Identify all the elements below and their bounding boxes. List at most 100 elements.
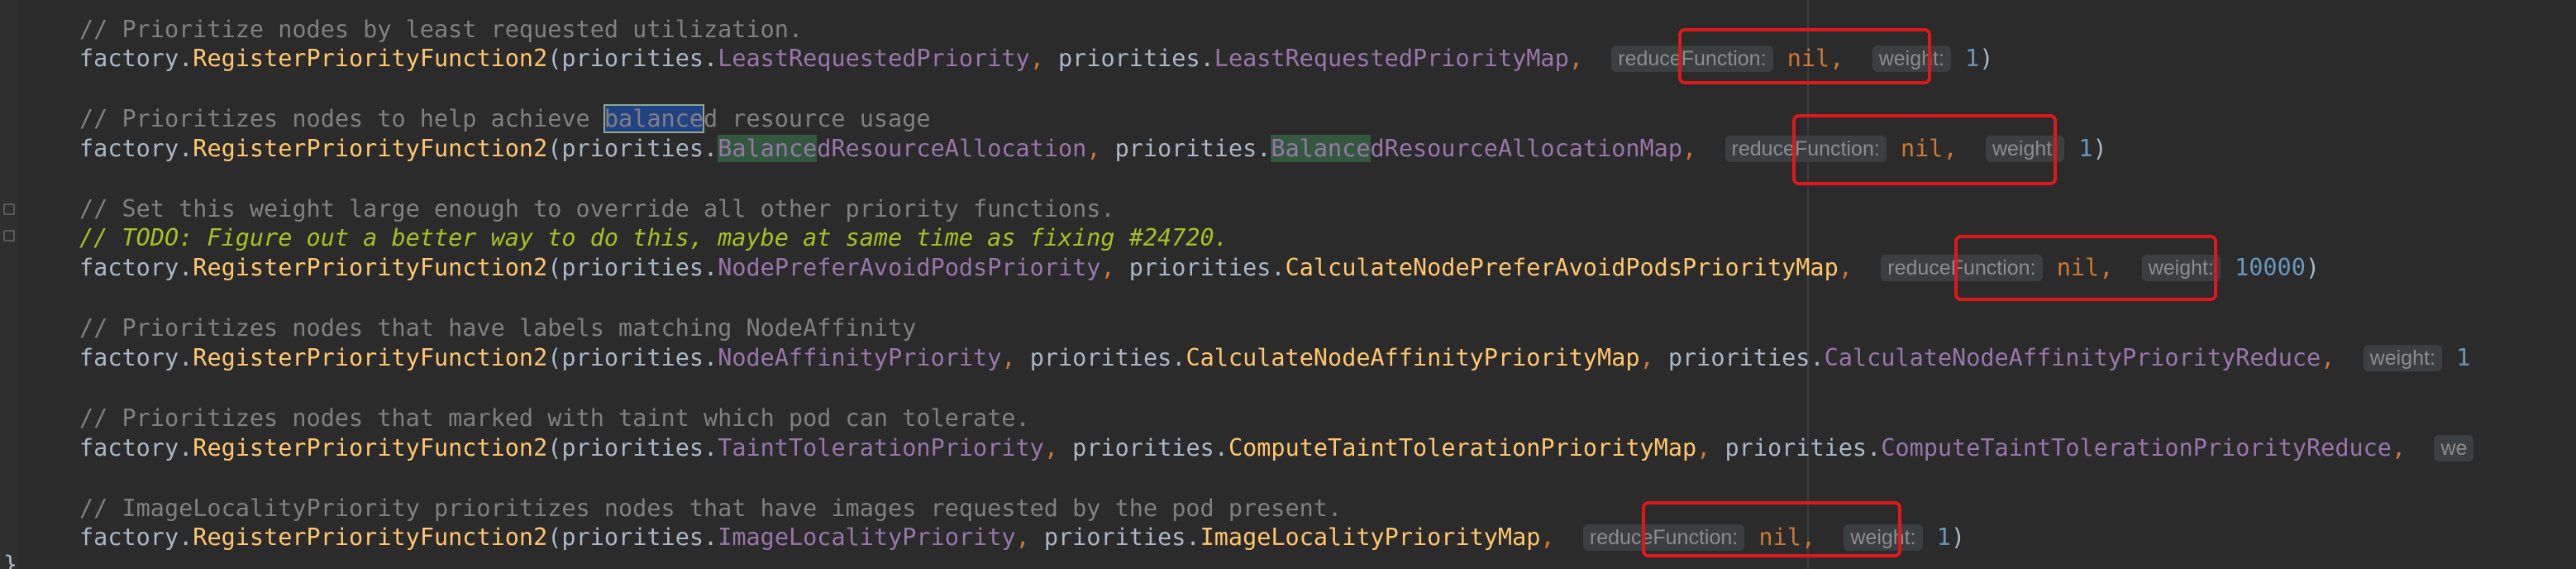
fold-marker-icon[interactable] — [3, 230, 15, 241]
identifier-factory: factory — [79, 135, 179, 162]
identifier-factory: factory — [79, 254, 179, 281]
function-ref: ComputeTaintTolerationPriorityMap — [1228, 434, 1697, 461]
dot: . — [179, 135, 193, 162]
dot: . — [1200, 45, 1214, 72]
number-literal: 1 — [2456, 344, 2471, 371]
field-ref: ImageLocalityPriority — [718, 524, 1016, 551]
search-selection: balance — [603, 104, 704, 133]
function-call: RegisterPriorityFunction2 — [193, 45, 548, 72]
comma: , — [2321, 344, 2349, 371]
field-ref: dResourceAllocation — [817, 135, 1087, 162]
annotation-box — [1954, 235, 2217, 301]
identifier-priorities: priorities — [561, 524, 704, 551]
comma: , — [1100, 254, 1129, 281]
annotation-box — [1792, 114, 2057, 185]
identifier-priorities: priorities — [1667, 344, 1810, 371]
dot: . — [1810, 344, 1825, 371]
comma: , — [1086, 135, 1115, 162]
editor-gutter[interactable] — [0, 0, 18, 569]
dot: . — [179, 344, 193, 371]
comment-text: // Prioritizes nodes to help achieve — [79, 105, 604, 132]
dot: . — [704, 344, 718, 371]
dot: . — [179, 45, 193, 72]
function-ref: CalculateNodePreferAvoidPodsPriorityMap — [1285, 254, 1839, 281]
comma: , — [2391, 434, 2421, 461]
annotation-box — [1642, 501, 1901, 557]
identifier-priorities: priorities — [1043, 524, 1186, 551]
dot: . — [704, 135, 718, 162]
comma: , — [1015, 524, 1044, 551]
closing-brace: } — [3, 551, 18, 569]
paren: ( — [547, 524, 562, 551]
dot: . — [1867, 434, 1882, 461]
identifier-priorities: priorities — [561, 135, 704, 162]
field-ref: dResourceAllocationMap — [1370, 135, 1683, 162]
dot: . — [704, 434, 718, 461]
identifier-priorities: priorities — [561, 344, 704, 371]
field-ref: TaintTolerationPriority — [718, 434, 1044, 461]
comma: , — [1696, 434, 1725, 461]
dot: . — [1171, 344, 1186, 371]
dot: . — [1271, 254, 1286, 281]
field-ref: NodePreferAvoidPodsPriority — [718, 254, 1101, 281]
field-ref: NodeAffinityPriority — [718, 344, 1002, 371]
number-literal: 1 — [1965, 45, 1980, 72]
dot: . — [704, 254, 718, 281]
identifier-factory: factory — [79, 524, 179, 551]
dot: . — [1214, 434, 1228, 461]
comma: , — [1682, 135, 1711, 162]
code-editor[interactable]: // Prioritize nodes by least requested u… — [0, 0, 2576, 569]
comma: , — [1568, 45, 1598, 72]
code-comment: // Prioritize nodes by least requested u… — [79, 16, 804, 43]
identifier-priorities: priorities — [1724, 434, 1868, 461]
identifier-priorities: priorities — [1128, 254, 1271, 281]
identifier-factory: factory — [79, 45, 179, 72]
number-literal: 1 — [1936, 524, 1951, 551]
inlay-hint-weight: weight: — [2363, 345, 2442, 371]
paren: ( — [547, 254, 562, 281]
function-call: RegisterPriorityFunction2 — [193, 344, 548, 371]
dot: . — [1257, 135, 1271, 162]
paren: ( — [547, 344, 562, 371]
code-comment: // Prioritizes nodes that marked with ta… — [79, 404, 1030, 432]
search-highlight: Balance — [718, 135, 818, 162]
function-call: RegisterPriorityFunction2 — [193, 434, 548, 461]
comma: , — [1540, 524, 1569, 551]
identifier-priorities: priorities — [1058, 45, 1200, 72]
code-comment: // Prioritizes nodes to help achieve bal… — [79, 103, 931, 136]
dot: . — [179, 524, 193, 551]
function-ref: ImageLocalityPriorityMap — [1200, 524, 1541, 551]
todo-comment: // TODO: Figure out a better way to do t… — [79, 224, 1228, 251]
identifier-priorities: priorities — [561, 434, 704, 461]
function-ref: CalculateNodeAffinityPriorityMap — [1185, 344, 1640, 371]
identifier-priorities: priorities — [1029, 344, 1172, 371]
field-ref: LeastRequestedPriorityMap — [1214, 45, 1569, 72]
field-ref: LeastRequestedPriority — [718, 45, 1030, 72]
code-comment: // ImageLocalityPriority prioritizes nod… — [79, 495, 1343, 522]
function-call: RegisterPriorityFunction2 — [193, 135, 548, 162]
field-ref: ComputeTaintTolerationPriorityReduce — [1881, 434, 2392, 461]
dot: . — [179, 254, 193, 281]
fold-marker-icon[interactable] — [3, 203, 15, 215]
search-highlight: Balance — [1271, 135, 1371, 162]
comma: , — [1001, 344, 1030, 371]
paren: ( — [547, 45, 562, 72]
function-call: RegisterPriorityFunction2 — [193, 254, 548, 281]
identifier-priorities: priorities — [1114, 135, 1257, 162]
code-comment: // Prioritizes nodes that have labels ma… — [79, 314, 917, 342]
code-line[interactable]: factory.RegisterPriorityFunction2(priori… — [79, 432, 2474, 465]
identifier-factory: factory — [79, 344, 179, 371]
inlay-hint-weight: we — [2434, 435, 2474, 461]
identifier-priorities: priorities — [561, 254, 704, 281]
paren: ) — [1979, 45, 1994, 72]
comma: , — [1043, 434, 1073, 461]
comment-text: d resource usage — [703, 105, 931, 132]
paren: ) — [2092, 135, 2107, 162]
dot: . — [704, 524, 718, 551]
paren: ) — [1950, 524, 1966, 551]
comma: , — [1639, 344, 1668, 371]
identifier-priorities: priorities — [1072, 434, 1214, 461]
identifier-priorities: priorities — [561, 45, 704, 72]
comma: , — [1029, 45, 1059, 72]
code-line[interactable]: factory.RegisterPriorityFunction2(priori… — [79, 342, 2470, 375]
